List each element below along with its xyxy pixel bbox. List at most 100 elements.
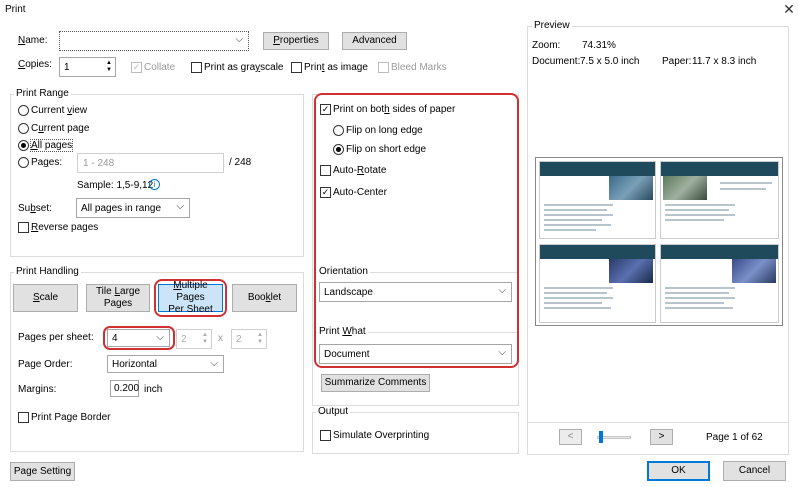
document-size: 7.5 x 5.0 inch (580, 56, 640, 67)
summarize-comments-button[interactable]: Summarize Comments (321, 374, 430, 392)
stepper-up-icon[interactable]: ▲ (257, 332, 263, 338)
advanced-button[interactable]: Advanced (342, 32, 407, 50)
print-what-legend: Print What (317, 326, 368, 337)
stepper-down-icon[interactable]: ▼ (202, 339, 208, 345)
all-pages-label: All pages (29, 139, 74, 152)
orientation-value: Landscape (324, 287, 373, 298)
multiple-pages-per-sheet-button[interactable]: Multiple Pages Per Sheet (158, 280, 223, 315)
window-title: Print (5, 4, 26, 15)
long-edge-radio[interactable] (333, 125, 344, 136)
margins-value: 0.200 (114, 383, 140, 394)
collate-checkbox[interactable]: ✓ (131, 62, 142, 73)
print-what-select[interactable]: Document ⌵ (319, 344, 512, 364)
pages-radio[interactable] (18, 157, 29, 168)
ok-button[interactable]: OK (647, 461, 710, 481)
print-as-image-label: Print as image (304, 62, 368, 73)
subset-value: All pages in range (81, 203, 162, 214)
reverse-pages-label: Reverse pages (31, 222, 99, 233)
pages-per-sheet-label: Pages per sheet: (18, 332, 94, 343)
output-legend: Output (316, 406, 351, 417)
orientation-select[interactable]: Landscape ⌵ (319, 282, 512, 302)
page-order-label: Page Order: (18, 359, 73, 370)
properties-button[interactable]: Properties (263, 32, 329, 50)
sample-text: Sample: 1,5-9,12 (77, 180, 154, 191)
short-edge-radio[interactable] (333, 144, 344, 155)
auto-rotate-checkbox[interactable] (320, 165, 331, 176)
columns-value: 2 (181, 334, 187, 345)
all-pages-radio[interactable] (18, 140, 29, 151)
copies-value: 1 (64, 62, 70, 73)
subset-select[interactable]: All pages in range ⌵ (76, 198, 190, 218)
preview-sheet (535, 157, 783, 326)
columns-stepper[interactable]: 2 ▲ ▼ (176, 329, 212, 349)
stepper-up-icon[interactable]: ▲ (106, 60, 112, 66)
stepper-down-icon[interactable]: ▼ (257, 339, 263, 345)
name-label: Name: (18, 35, 48, 46)
pages-per-sheet-select[interactable]: 4 ⌵ (107, 329, 170, 347)
tile-line2: Pages (103, 298, 133, 309)
rows-stepper[interactable]: 2 ▲ ▼ (231, 329, 267, 349)
preview-page-3 (539, 244, 656, 323)
long-edge-label: Flip on long edge (346, 125, 423, 136)
both-sides-label: Print on both sides of paper (333, 104, 456, 115)
current-page-label: Current page (31, 123, 90, 134)
zoom-value: 74.31% (582, 40, 616, 51)
cancel-button[interactable]: Cancel (723, 461, 786, 481)
stepper-up-icon[interactable]: ▲ (202, 332, 208, 338)
preview-page-1 (539, 161, 656, 239)
chevron-down-icon: ⌵ (235, 34, 243, 45)
bleed-marks-checkbox[interactable] (378, 62, 389, 73)
previous-page-button[interactable]: < (559, 429, 582, 445)
short-edge-label: Flip on short edge (346, 144, 427, 155)
rows-value: 2 (236, 334, 242, 345)
page-setting-button[interactable]: Page Setting (10, 462, 75, 481)
margins-input[interactable]: 0.200 (110, 380, 139, 397)
page-order-value: Horizontal (112, 359, 158, 370)
reverse-pages-checkbox[interactable] (18, 222, 29, 233)
preview-page-2 (660, 161, 779, 239)
info-icon[interactable]: i (149, 179, 160, 190)
current-view-label: Current view (31, 105, 88, 116)
both-sides-checkbox[interactable]: ✓ (320, 104, 331, 115)
page-status: Page 1 of 62 (706, 432, 763, 443)
current-page-radio[interactable] (18, 123, 29, 134)
preview-legend: Preview (532, 20, 572, 31)
times-sign: x (218, 333, 223, 344)
pages-label: Pages: (31, 157, 63, 168)
scale-button[interactable]: Scale (13, 284, 78, 312)
print-range-legend: Print Range (14, 88, 71, 99)
chevron-down-icon: ⌵ (156, 332, 164, 343)
grayscale-label: Print as grayscale (204, 62, 284, 73)
margins-unit: inch (144, 384, 163, 395)
chevron-down-icon: ⌵ (498, 347, 506, 358)
page-slider-thumb[interactable] (599, 431, 603, 443)
printer-select[interactable]: ⌵ (59, 31, 249, 51)
booklet-button[interactable]: Boo k let (232, 284, 297, 312)
chevron-down-icon: ⌵ (498, 285, 506, 296)
auto-center-checkbox[interactable]: ✓ (320, 187, 331, 198)
close-icon[interactable]: ✕ (779, 0, 799, 20)
pages-total: / 248 (229, 157, 252, 168)
zoom-label: Zoom: (532, 40, 561, 51)
grayscale-checkbox[interactable] (191, 62, 202, 73)
print-as-image-checkbox[interactable] (291, 62, 302, 73)
stepper-down-icon[interactable]: ▼ (106, 67, 112, 73)
multiple-line2: Per Sheet (168, 304, 213, 315)
tile-large-pages-button[interactable]: Tile Large Pages (86, 284, 150, 312)
pages-placeholder: 1 - 248 (83, 158, 115, 169)
document-label: Document: (532, 56, 581, 67)
page-slider-track[interactable] (597, 431, 631, 443)
collate-label: Collate (144, 62, 176, 73)
pages-per-sheet-value: 4 (112, 333, 118, 344)
page-order-select[interactable]: Horizontal ⌵ (107, 355, 224, 373)
simulate-overprinting-checkbox[interactable] (320, 430, 331, 441)
pages-input[interactable]: 1 - 248 (77, 153, 224, 173)
current-view-radio[interactable] (18, 105, 29, 116)
paper-size: 11.7 x 8.3 inch (692, 56, 757, 67)
simulate-overprinting-label: Simulate Overprinting (333, 430, 430, 441)
subset-label: Subset: (18, 203, 52, 214)
copies-stepper[interactable]: 1 ▲ ▼ (59, 57, 116, 77)
next-page-button[interactable]: > (650, 429, 673, 445)
print-what-value: Document (324, 349, 370, 360)
print-page-border-checkbox[interactable] (18, 412, 29, 423)
